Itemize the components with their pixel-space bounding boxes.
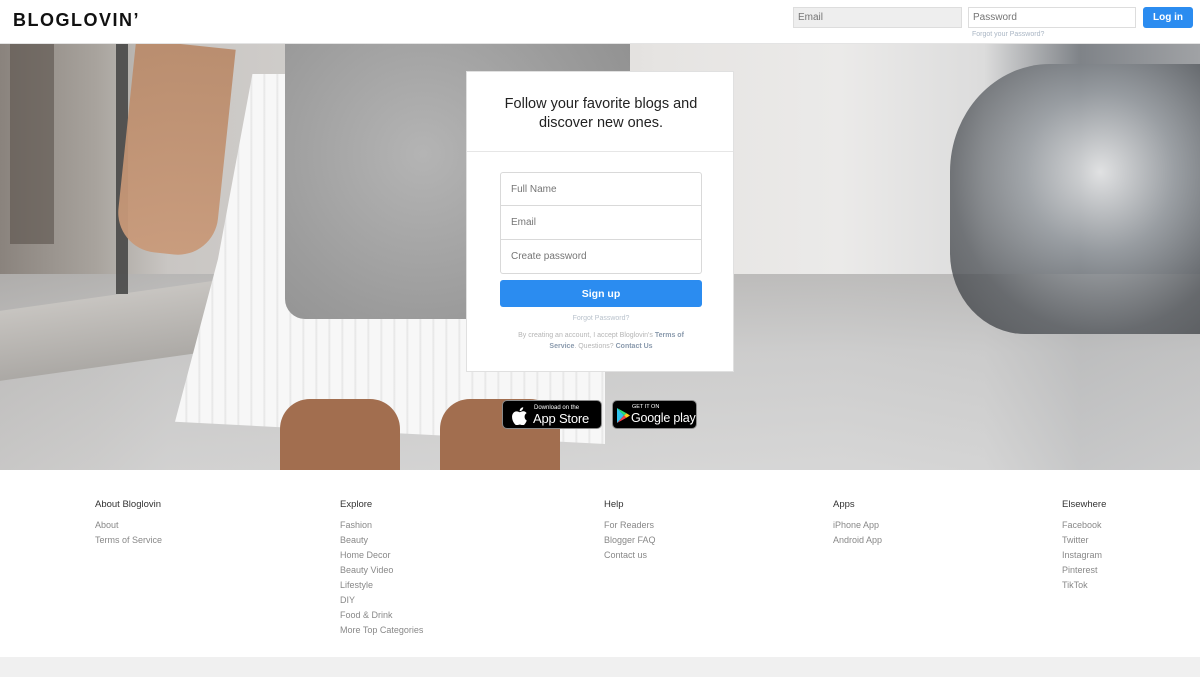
google-play-badge[interactable]: GET IT ON Google play	[612, 400, 697, 429]
signup-button[interactable]: Sign up	[500, 280, 702, 307]
footer-link-beauty-video[interactable]: Beauty Video	[340, 563, 423, 578]
terms-text: By creating an account, I accept Bloglov…	[507, 330, 695, 352]
footer-link-instagram[interactable]: Instagram	[1062, 548, 1106, 563]
apple-icon	[511, 407, 528, 430]
forgot-password-link[interactable]: Forgot Password?	[467, 315, 735, 322]
signup-card: Follow your favorite blogs and discover …	[466, 71, 734, 372]
footer-link-iphone-app[interactable]: iPhone App	[833, 518, 882, 533]
footer-link-for-readers[interactable]: For Readers	[604, 518, 656, 533]
footer-heading: Elsewhere	[1062, 499, 1107, 510]
signup-email-input[interactable]	[500, 206, 702, 240]
footer: About Bloglovin About Terms of Service E…	[0, 470, 1200, 657]
login-button[interactable]: Log in	[1143, 7, 1193, 28]
hero-photo-building	[10, 44, 54, 244]
bloglovin-logo[interactable]: BLOGLOVIN’	[13, 10, 140, 31]
contact-us-link[interactable]: Contact Us	[616, 343, 653, 350]
footer-link-food-drink[interactable]: Food & Drink	[340, 608, 423, 623]
google-play-big-text: Google play	[631, 411, 696, 425]
header-password-input[interactable]	[968, 7, 1136, 28]
footer-link-terms[interactable]: Terms of Service	[95, 533, 162, 548]
footer-link-more-categories[interactable]: More Top Categories	[340, 623, 423, 638]
top-navbar: BLOGLOVIN’ Forgot your Password? Log in	[0, 0, 1200, 44]
footer-heading: About Bloglovin	[95, 499, 162, 510]
footer-heading: Help	[604, 499, 624, 510]
footer-column-explore: Explore Fashion Beauty Home Decor Beauty…	[340, 500, 423, 638]
footer-link-android-app[interactable]: Android App	[833, 533, 882, 548]
footer-link-beauty[interactable]: Beauty	[340, 533, 423, 548]
hero-photo-parked-cars	[950, 64, 1200, 334]
footer-link-fashion[interactable]: Fashion	[340, 518, 423, 533]
header-forgot-password-link[interactable]: Forgot your Password?	[972, 31, 1044, 38]
terms-prefix: By creating an account, I accept Bloglov…	[518, 332, 653, 339]
footer-link-facebook[interactable]: Facebook	[1062, 518, 1106, 533]
footer-link-diy[interactable]: DIY	[340, 593, 423, 608]
app-store-badge[interactable]: Download on the App Store	[502, 400, 602, 429]
footer-column-apps: Apps iPhone App Android App	[833, 500, 882, 548]
footer-column-help: Help For Readers Blogger FAQ Contact us	[604, 500, 656, 563]
hero-photo-arm	[114, 44, 236, 259]
footer-link-home-decor[interactable]: Home Decor	[340, 548, 423, 563]
footer-heading: Explore	[340, 499, 373, 510]
google-play-icon	[617, 408, 630, 428]
footer-link-lifestyle[interactable]: Lifestyle	[340, 578, 423, 593]
footer-link-contact-us[interactable]: Contact us	[604, 548, 656, 563]
footer-column-about: About Bloglovin About Terms of Service	[95, 500, 162, 548]
terms-questions: . Questions?	[574, 343, 614, 350]
footer-link-twitter[interactable]: Twitter	[1062, 533, 1106, 548]
footer-link-pinterest[interactable]: Pinterest	[1062, 563, 1106, 578]
footer-bottom-strip	[0, 657, 1200, 677]
create-password-input[interactable]	[500, 240, 702, 274]
full-name-input[interactable]	[500, 172, 702, 206]
footer-link-about[interactable]: About	[95, 518, 162, 533]
footer-link-blogger-faq[interactable]: Blogger FAQ	[604, 533, 656, 548]
divider	[467, 151, 733, 152]
footer-column-elsewhere: Elsewhere Facebook Twitter Instagram Pin…	[1062, 500, 1106, 593]
footer-heading: Apps	[833, 499, 855, 510]
signup-title: Follow your favorite blogs and discover …	[504, 96, 698, 131]
app-store-big-text: App Store	[533, 411, 590, 426]
footer-link-tiktok[interactable]: TikTok	[1062, 578, 1106, 593]
header-email-input[interactable]	[793, 7, 962, 28]
google-play-small-text: GET IT ON	[632, 404, 660, 410]
